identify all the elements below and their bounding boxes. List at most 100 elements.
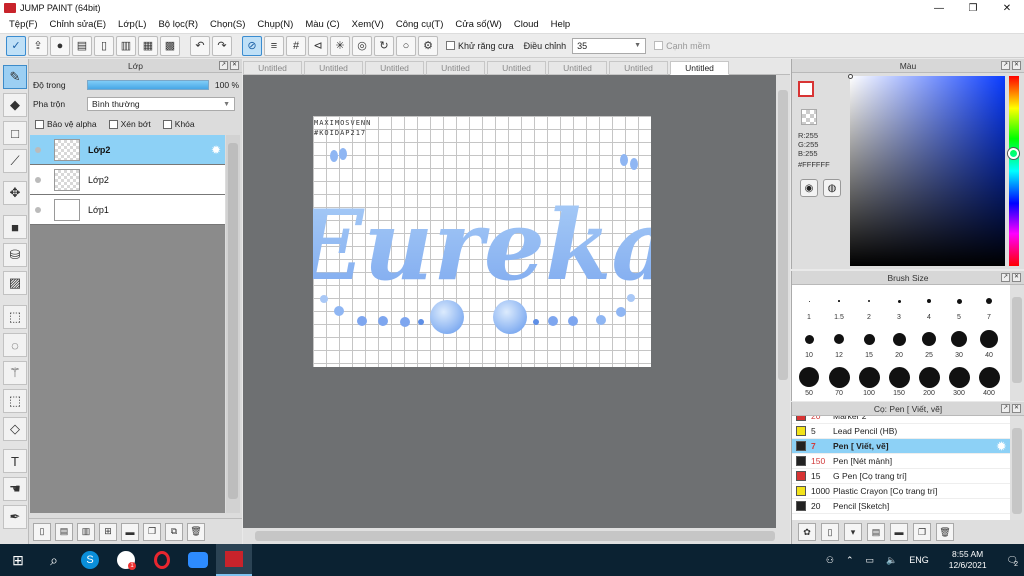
brush-size-scrollbar[interactable] <box>1010 285 1024 401</box>
menu-help[interactable]: Help <box>545 19 577 30</box>
antialias-box[interactable] <box>446 41 455 50</box>
layout-icon[interactable]: ▦ <box>138 35 158 56</box>
menu-select[interactable]: Chọn(S) <box>204 19 251 30</box>
line-tool-icon[interactable]: ⟋ <box>3 149 27 173</box>
brush-size-option[interactable]: 12 <box>824 323 854 361</box>
brush-size-option[interactable]: 70 <box>824 361 854 399</box>
zoom-icon[interactable] <box>180 544 216 576</box>
parallel-lines-icon[interactable]: ≡ <box>264 35 284 56</box>
menu-filter[interactable]: Bộ lọc(R) <box>152 19 204 30</box>
menu-layer[interactable]: Lớp(L) <box>112 19 152 30</box>
pen-list-item[interactable]: 150 Pen [Nét mảnh] <box>792 454 1010 469</box>
document-tab-active[interactable]: Untitled <box>670 61 729 75</box>
chevron-up-icon[interactable]: ⌃ <box>840 555 860 566</box>
scrollbar-thumb[interactable] <box>228 143 238 499</box>
brush-size-option[interactable]: 1 <box>794 285 824 323</box>
brush-size-option[interactable]: 150 <box>884 361 914 399</box>
concentric-circle-icon[interactable]: ◎ <box>352 35 372 56</box>
brush-size-option[interactable]: 400 <box>974 361 1004 399</box>
select-pen-icon[interactable]: ⬚ <box>3 389 27 413</box>
curve-snap-icon[interactable]: ↻ <box>374 35 394 56</box>
pen-list-item[interactable]: 7 Pen [ Viết, vẽ] ✹ <box>792 439 1010 454</box>
clipping-box[interactable] <box>108 119 118 129</box>
brush-size-option[interactable]: 25 <box>914 323 944 361</box>
network-icon[interactable]: ▭ <box>859 555 880 566</box>
document-tab[interactable]: Untitled <box>548 61 607 75</box>
document-tab[interactable]: Untitled <box>243 61 302 75</box>
brush-size-option[interactable]: 100 <box>854 361 884 399</box>
undock-icon[interactable]: ↗ <box>1001 61 1010 70</box>
document-tab[interactable]: Untitled <box>487 61 546 75</box>
radial-lines-icon[interactable]: ✳ <box>330 35 350 56</box>
notification-icon[interactable]: 🗨 2 <box>1001 555 1024 568</box>
layer-row[interactable]: Lớp1 <box>30 195 225 225</box>
brush-size-option[interactable]: 3 <box>884 285 914 323</box>
opera-icon[interactable] <box>144 544 180 576</box>
close-icon[interactable]: ✕ <box>1012 404 1021 413</box>
vanishing-point-icon[interactable]: ⊲ <box>308 35 328 56</box>
smooth-edge-box[interactable] <box>654 41 664 50</box>
gear-icon[interactable]: ✹ <box>997 440 1006 453</box>
new-1bit-layer-icon[interactable]: ▥ <box>77 522 95 541</box>
minimize-button[interactable]: — <box>922 0 956 16</box>
brush-size-option[interactable]: 4 <box>914 285 944 323</box>
pen-list-item[interactable]: 15 G Pen [Cọ trang trí] <box>792 469 1010 484</box>
canvas-vertical-scrollbar[interactable] <box>776 75 790 528</box>
brush-size-option[interactable]: 20 <box>884 323 914 361</box>
color-cursor[interactable] <box>848 74 853 79</box>
blend-mode-select[interactable]: Bình thường ▼ <box>87 97 235 111</box>
cloud-sync-icon[interactable]: ✓ <box>6 35 26 56</box>
document-icon[interactable]: ▥ <box>116 35 136 56</box>
menu-tools[interactable]: Công cụ(T) <box>390 19 450 30</box>
visibility-dot-icon[interactable] <box>35 206 41 213</box>
protect-alpha-checkbox[interactable]: Bảo vệ alpha <box>35 119 97 129</box>
close-icon[interactable]: ✕ <box>1012 273 1021 282</box>
protect-alpha-box[interactable] <box>35 119 44 129</box>
speaker-icon[interactable]: 🔈 <box>880 555 903 566</box>
visibility-dot-icon[interactable] <box>35 176 41 183</box>
ellipse-snap-icon[interactable]: ○ <box>396 35 416 56</box>
transparent-color-swatch[interactable] <box>801 109 817 125</box>
document-tab[interactable]: Untitled <box>426 61 485 75</box>
duplicate-layer-icon[interactable]: ❐ <box>143 522 161 541</box>
brush-size-option[interactable]: 40 <box>974 323 1004 361</box>
clipping-checkbox[interactable]: Xén bớt <box>108 119 151 129</box>
language-indicator[interactable]: ENG <box>903 555 935 565</box>
adjust-select[interactable]: 35 ▼ <box>572 37 647 54</box>
hue-cursor[interactable] <box>1008 148 1019 159</box>
magic-wand-icon[interactable]: ⚚ <box>3 361 27 385</box>
brush-menu-icon[interactable]: ▾ <box>844 523 862 541</box>
text-tool-icon[interactable]: T <box>3 449 27 473</box>
canvas-horizontal-scrollbar[interactable] <box>243 528 790 544</box>
close-button[interactable]: ✕ <box>990 0 1024 16</box>
eraser-tool-icon[interactable]: ◆ <box>3 93 27 117</box>
duplicate-brush-icon[interactable]: ❐ <box>913 523 931 541</box>
gradient-tool-icon[interactable]: ▨ <box>3 271 27 295</box>
document-tab[interactable]: Untitled <box>304 61 363 75</box>
document-tab[interactable]: Untitled <box>365 61 424 75</box>
brush-size-option[interactable]: 15 <box>854 323 884 361</box>
palette-picker-icon[interactable]: ◍ <box>823 179 841 197</box>
pen-list-item[interactable]: 5 Lead Pencil (HB) <box>792 424 1010 439</box>
brush-size-option[interactable]: 5 <box>944 285 974 323</box>
scrollbar-thumb[interactable] <box>1012 428 1022 514</box>
scrollbar-thumb[interactable] <box>1012 297 1022 383</box>
text-box-icon[interactable]: ▤ <box>72 35 92 56</box>
layer-row[interactable]: Lớp2 ✹ <box>30 135 225 165</box>
merge-layer-icon[interactable]: ⧉ <box>165 522 183 541</box>
pen-tool-icon[interactable]: ✎ <box>3 65 27 89</box>
eyedropper-tool-icon[interactable]: ✒ <box>3 505 27 529</box>
select-eraser-icon[interactable]: ◇ <box>3 417 27 441</box>
menu-color[interactable]: Màu (C) <box>299 19 345 30</box>
people-icon[interactable]: ⚇ <box>820 555 840 566</box>
scrollbar-thumb[interactable] <box>778 90 788 380</box>
lasso-tool-icon[interactable]: ◌ <box>3 333 27 357</box>
add-layer-menu-icon[interactable]: ⊞ <box>99 522 117 541</box>
brush-size-option[interactable]: 2 <box>854 285 884 323</box>
folder-icon[interactable]: ▬ <box>890 523 908 541</box>
bucket-fill-icon[interactable]: ⛁ <box>3 243 27 267</box>
foreground-color-swatch[interactable] <box>798 81 814 97</box>
lock-box[interactable] <box>162 119 172 129</box>
antialias-checkbox[interactable]: Khử răng cưa <box>446 41 514 51</box>
palette-icon[interactable]: ◉ <box>800 179 818 197</box>
